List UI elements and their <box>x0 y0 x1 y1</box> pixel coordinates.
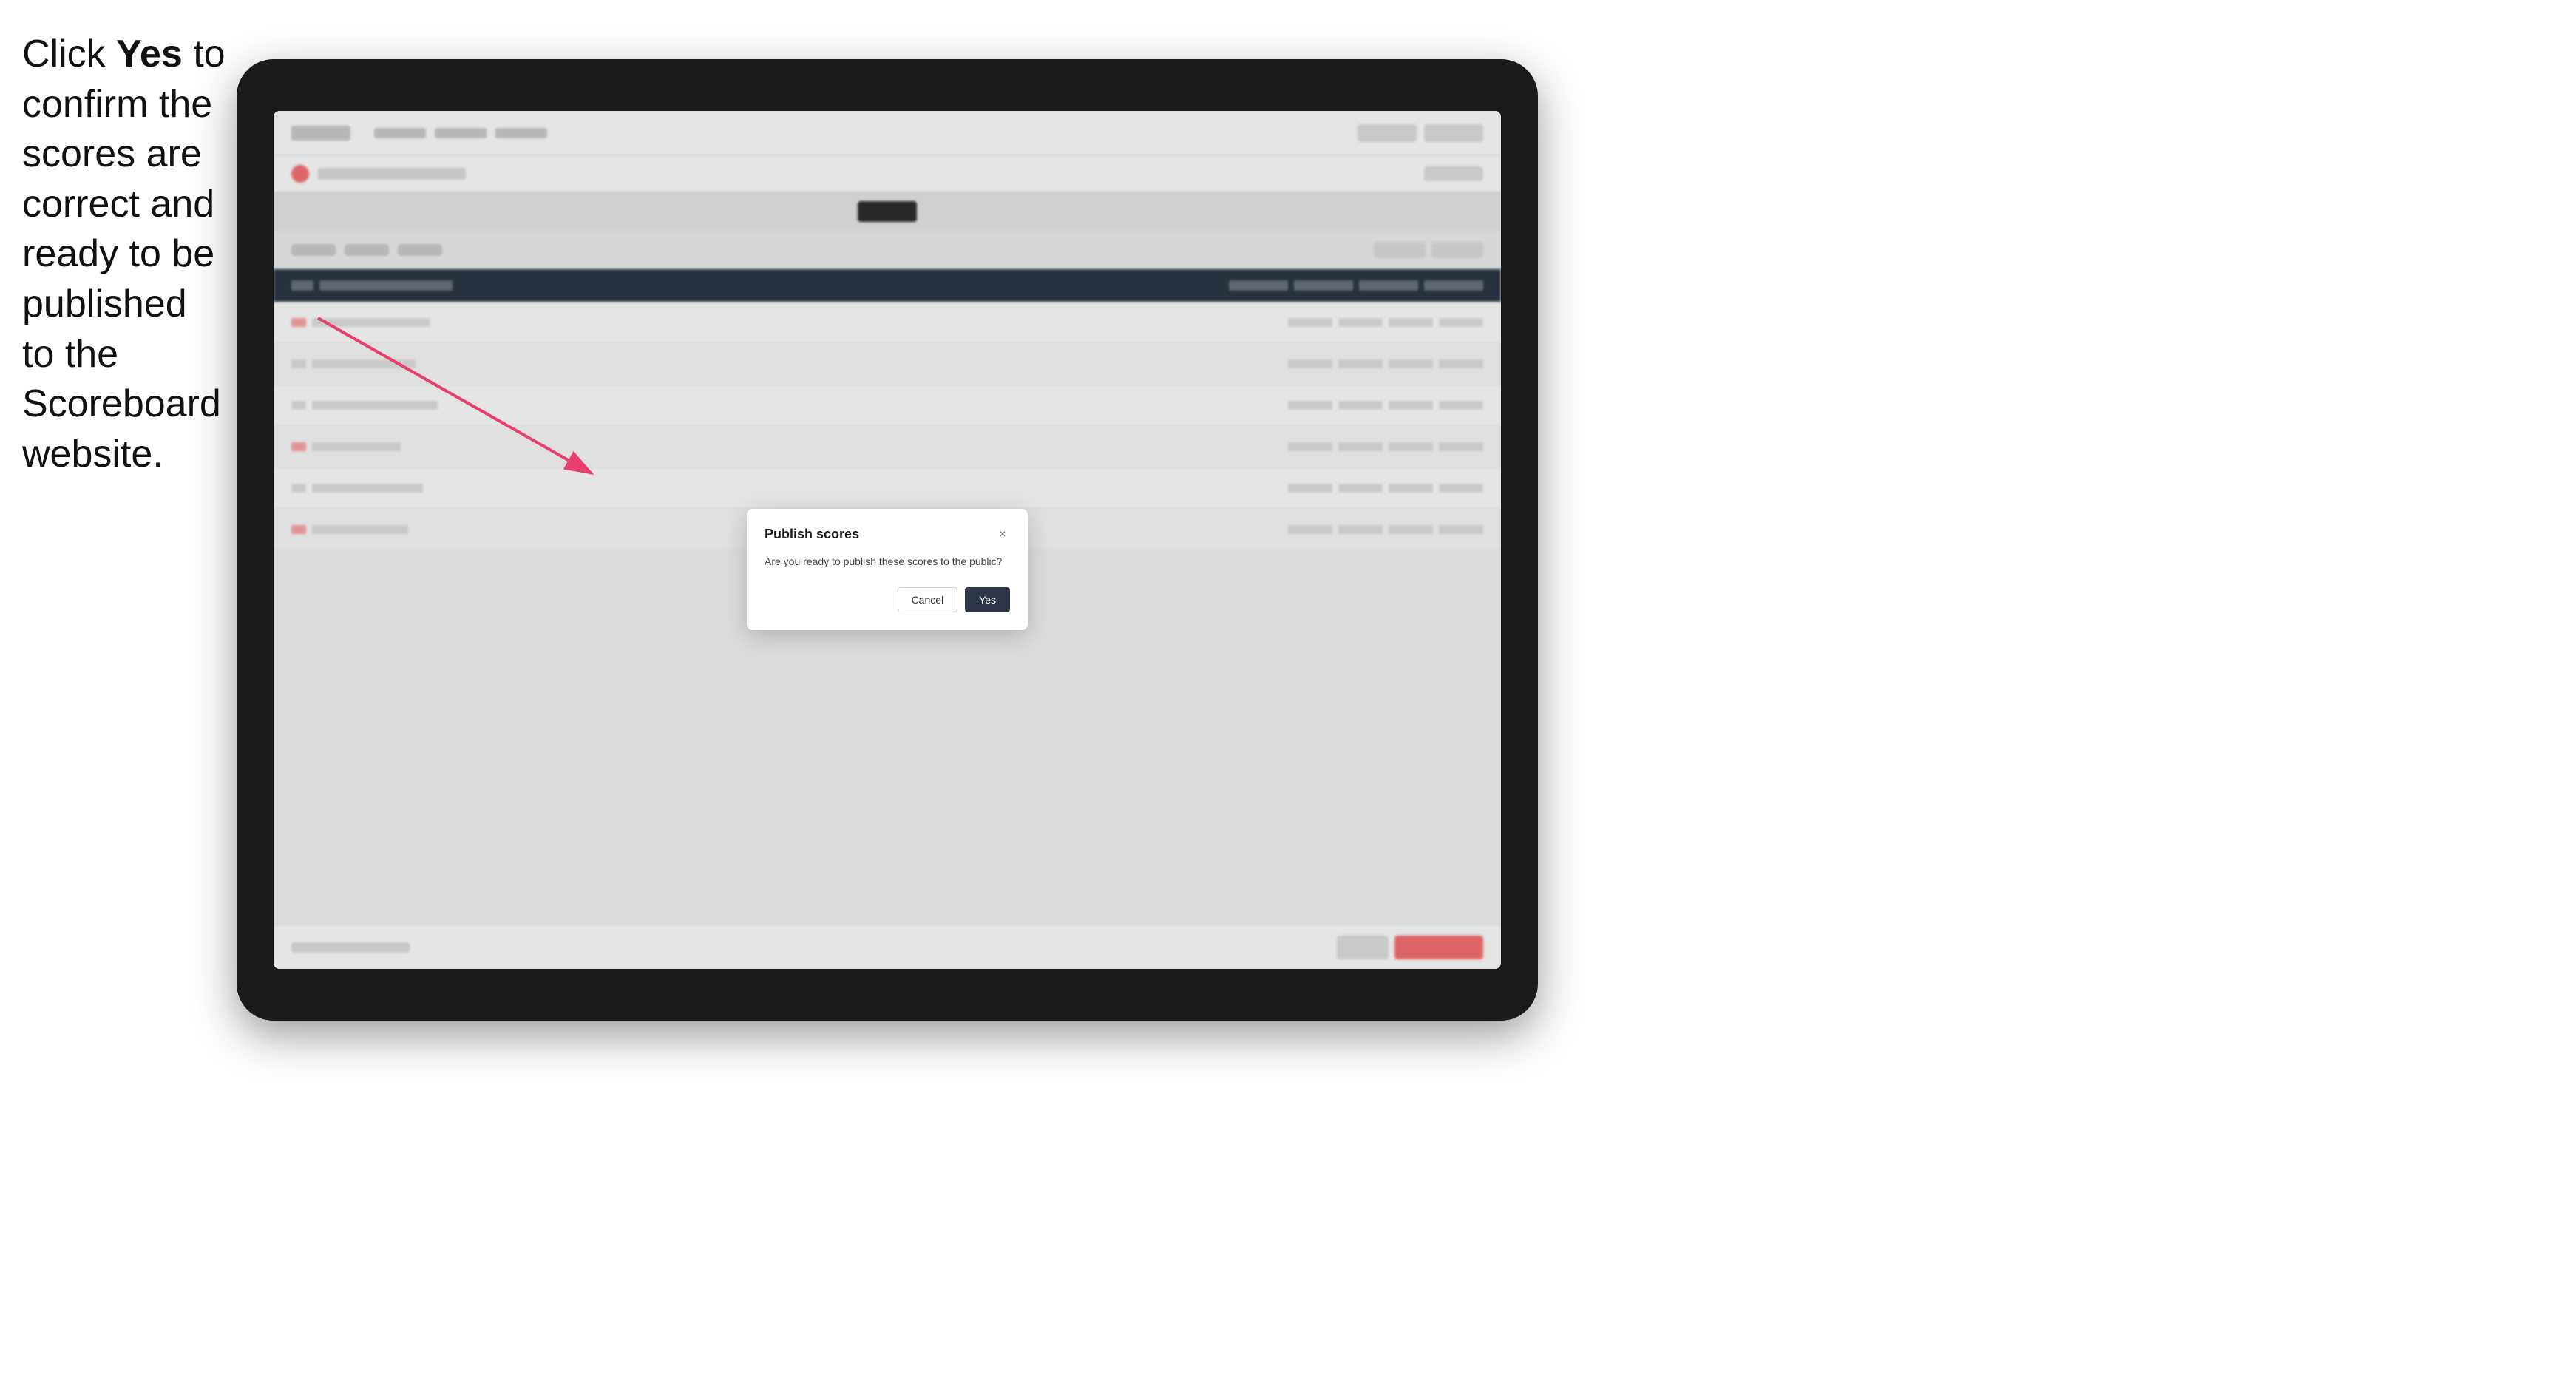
dialog-title: Publish scores <box>765 527 859 542</box>
publish-scores-dialog: Publish scores × Are you ready to publis… <box>747 509 1028 630</box>
dialog-header: Publish scores × <box>765 527 1010 542</box>
dialog-close-button[interactable]: × <box>995 527 1010 542</box>
yes-button[interactable]: Yes <box>965 587 1010 612</box>
instruction-text: Click Yes to confirm the scores are corr… <box>22 30 229 479</box>
tablet-screen: Publish scores × Are you ready to publis… <box>274 111 1501 969</box>
dialog-overlay: Publish scores × Are you ready to publis… <box>274 111 1501 969</box>
dialog-body: Are you ready to publish these scores to… <box>765 554 1010 569</box>
dialog-footer: Cancel Yes <box>765 587 1010 612</box>
tablet-device: Publish scores × Are you ready to publis… <box>237 59 1538 1021</box>
cancel-button[interactable]: Cancel <box>898 587 958 612</box>
